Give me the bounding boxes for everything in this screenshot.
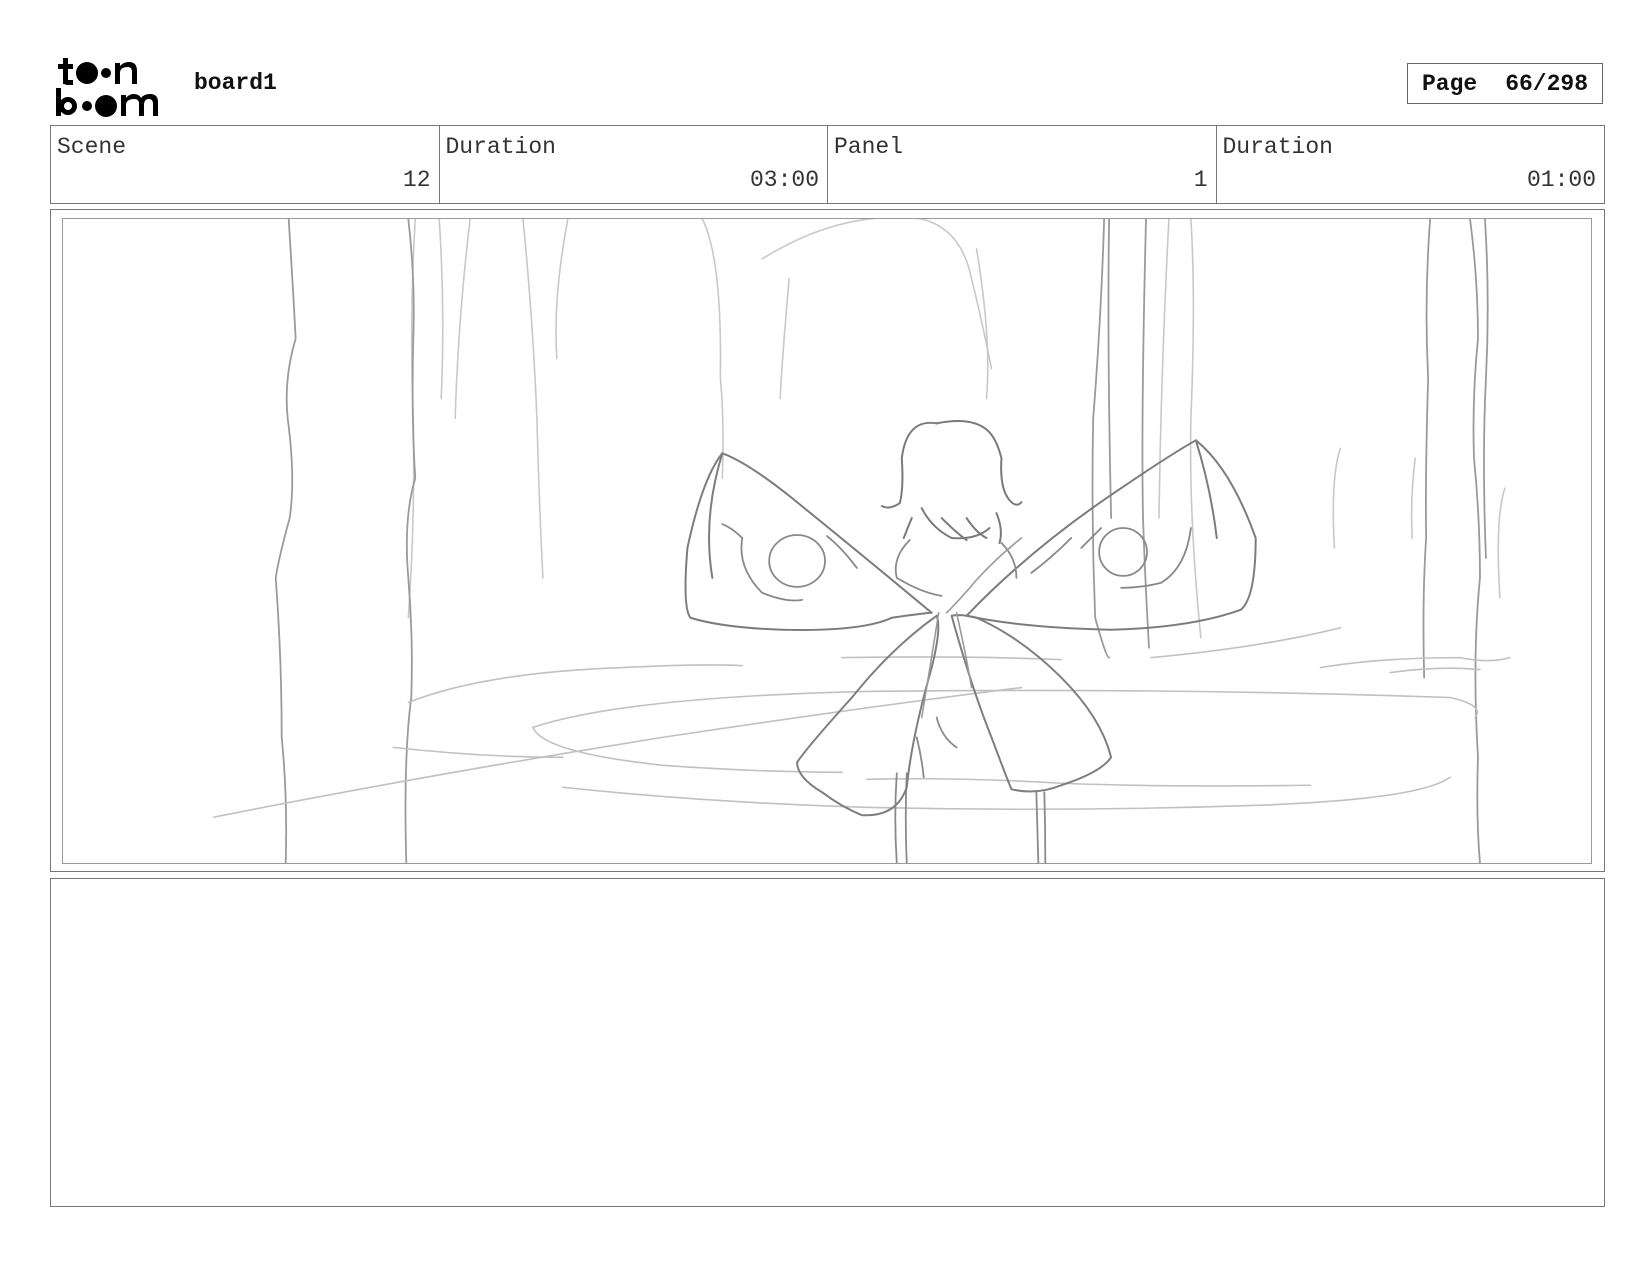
panel-cell: Panel 1 <box>828 126 1217 203</box>
panel-sketch <box>213 219 1511 863</box>
panel-label: Panel <box>834 134 904 160</box>
page-number: 66/298 <box>1505 70 1589 97</box>
panel-drawing-area <box>62 218 1592 864</box>
page-label: Page <box>1421 70 1478 97</box>
storyboard-panel <box>50 209 1605 872</box>
panel-notes-box[interactable] <box>50 878 1605 1207</box>
scene-label: Scene <box>57 134 127 160</box>
scene-duration-label: Duration <box>445 134 556 160</box>
panel-value: 1 <box>1193 167 1208 193</box>
panel-info-row: Scene 12 Duration 03:00 Panel 1 Duration… <box>50 125 1605 204</box>
panel-duration-cell: Duration 01:00 <box>1217 126 1605 203</box>
toonboom-logo <box>54 54 174 118</box>
scene-duration-value: 03:00 <box>749 167 819 193</box>
scene-value: 12 <box>402 167 431 193</box>
scene-cell: Scene 12 <box>51 126 440 203</box>
scene-duration-cell: Duration 03:00 <box>440 126 828 203</box>
page-indicator: Page 66/298 <box>1407 63 1603 104</box>
panel-duration-label: Duration <box>1222 134 1333 160</box>
project-title: board1 <box>194 70 277 96</box>
panel-duration-value: 01:00 <box>1526 167 1596 193</box>
